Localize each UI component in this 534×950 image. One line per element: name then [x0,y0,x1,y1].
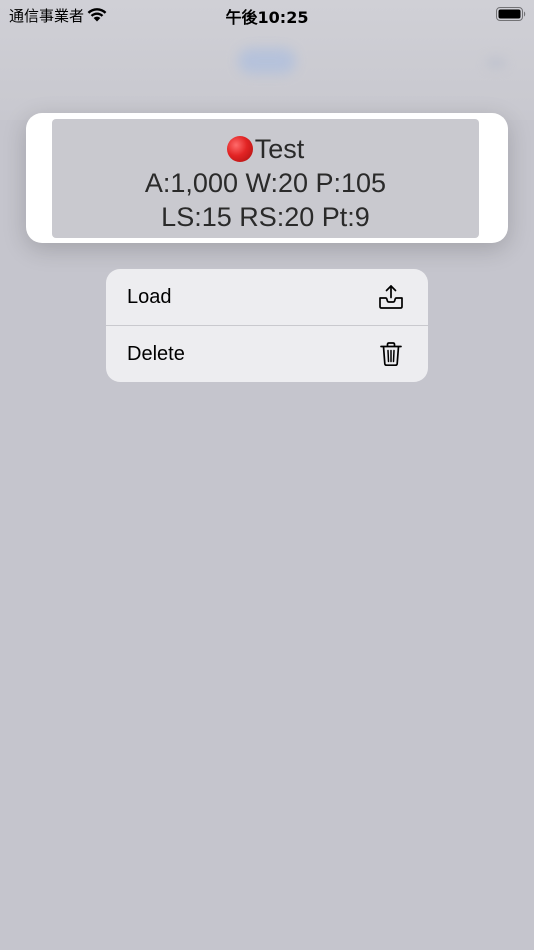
menu-item-load[interactable]: Load [106,269,428,325]
trash-icon [380,342,402,367]
preview-title-line: Test [52,132,479,166]
preview-details-line: LS:15 RS:20 Pt:9 [161,202,370,232]
battery-icon [496,7,526,21]
preview-content: Test A:1,000 W:20 P:105 LS:15 RS:20 Pt:9 [52,119,479,238]
preview-stats-line: A:1,000 W:20 P:105 [144,168,387,198]
context-preview-card: Test A:1,000 W:20 P:105 LS:15 RS:20 Pt:9 [26,113,508,243]
blurred-nav-button [486,58,506,68]
menu-item-label: Delete [127,343,185,365]
status-bar: 通信事業者 午後10:25 [0,0,534,30]
menu-item-delete[interactable]: Delete [106,326,428,382]
tray-upload-icon [379,285,403,309]
blurred-nav-title [238,48,296,74]
preview-title: Test [254,134,305,164]
status-time: 午後10:25 [225,8,309,27]
red-circle-icon [226,136,253,162]
context-menu: Load Delete [106,269,428,382]
menu-item-label: Load [127,286,172,308]
